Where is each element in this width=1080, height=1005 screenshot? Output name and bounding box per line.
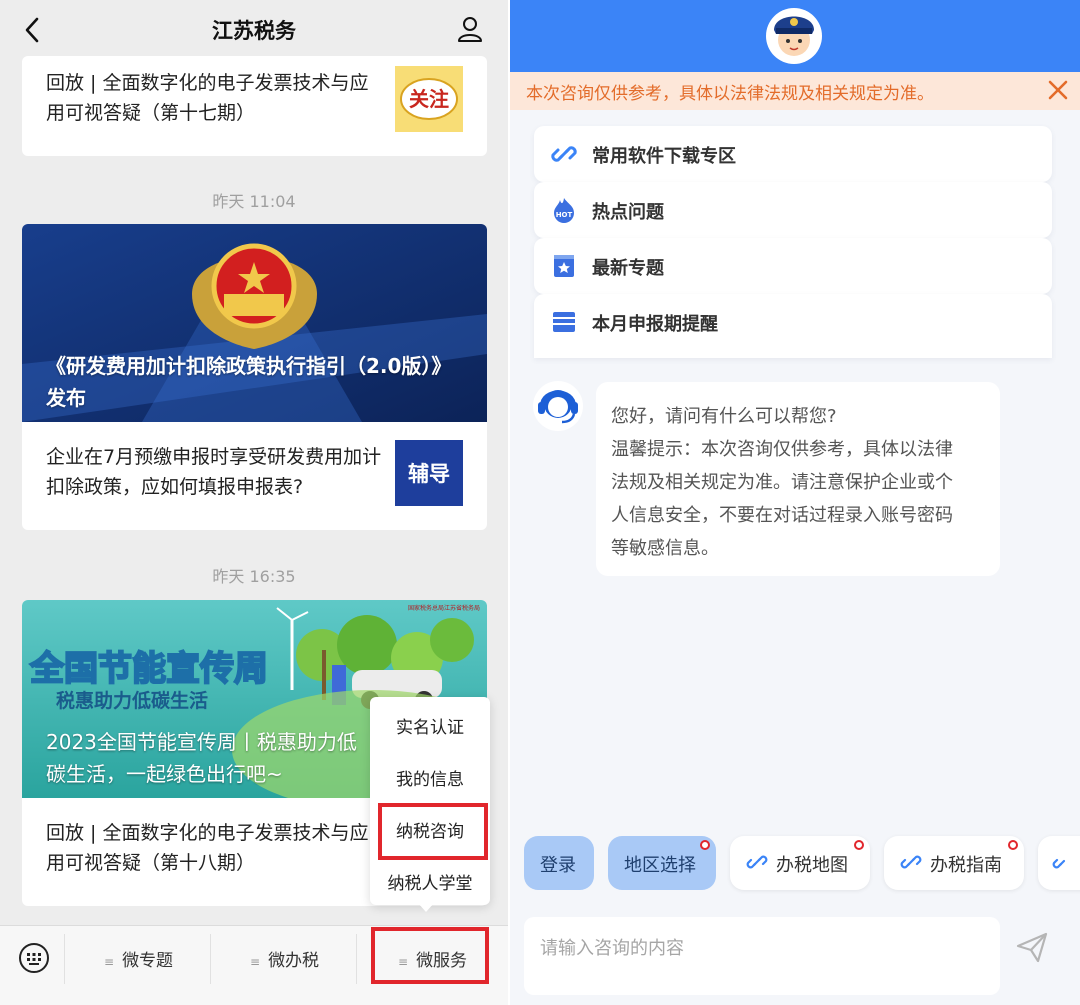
menu-item-real-name-auth[interactable]: 实名认证	[370, 713, 490, 738]
article-thumbnail: 关注	[395, 66, 463, 132]
timestamp: 昨天 16:35	[212, 567, 296, 586]
tab-micro-topic[interactable]: ≡ 微专题	[104, 946, 173, 971]
send-icon[interactable]	[1014, 929, 1050, 965]
banner-title: 2023全国节能宣传周丨税惠助力低碳生活，一起绿色出行吧~	[46, 730, 357, 786]
login-button[interactable]: 登录	[524, 836, 594, 890]
bot-message-bubble: 您好，请问有什么可以帮您? 温馨提示：本次咨询仅供参考，具体以法律 法规及相关规…	[596, 382, 1000, 576]
keyboard-icon[interactable]	[18, 942, 50, 974]
message-line: 人信息安全，不要在对话过程录入账号密码	[611, 505, 953, 526]
menu-label: 热点问题	[592, 202, 664, 223]
article-banner: 《研发费用加计扣除政策执行指引（2.0版）》发布	[22, 224, 487, 422]
tax-chatbot-panel: 本次咨询仅供参考，具体以法律法规及相关规定为准。 常用软件下载专区 HOT 热点…	[508, 0, 1080, 1005]
notification-dot	[1008, 840, 1018, 850]
link-icon	[551, 146, 577, 162]
chat-input-area	[510, 905, 1080, 1005]
calendar-icon	[553, 312, 575, 332]
menu-software-download[interactable]: 常用软件下载专区	[534, 126, 1052, 182]
message-line: 等敏感信息。	[611, 538, 719, 559]
notice-text: 本次咨询仅供参考，具体以法律法规及相关规定为准。	[526, 84, 934, 104]
article-card[interactable]: 《研发费用加计扣除政策执行指引（2.0版）》发布 企业在7月预缴申报时享受研发费…	[22, 224, 487, 530]
menu-filing-reminder[interactable]: 本月申报期提醒	[534, 294, 1052, 358]
tab-micro-tax[interactable]: ≡ 微办税	[250, 946, 319, 971]
notification-dot	[854, 840, 864, 850]
menu-lines-icon: ≡	[104, 955, 115, 969]
link-icon	[1052, 858, 1066, 869]
region-select-button[interactable]: 地区选择	[608, 836, 716, 890]
menu-item-my-info[interactable]: 我的信息	[370, 765, 490, 790]
tax-officer-avatar-icon	[766, 8, 822, 64]
banner-title: 《研发费用加计扣除政策执行指引（2.0版）》发布	[46, 354, 452, 410]
popup-arrow	[418, 903, 434, 912]
wechat-official-account-panel: 江苏税务 回放 | 全面数字化的电子发票技术与应用可视答疑（第十七期） 关注 昨…	[0, 0, 508, 1005]
menu-lines-icon: ≡	[250, 955, 261, 969]
hot-icon: HOT	[554, 198, 574, 223]
banner-subheading: 税惠助力低碳生活	[56, 689, 208, 712]
chat-header	[510, 0, 1080, 72]
menu-label: 本月申报期提醒	[592, 314, 718, 335]
user-profile-icon[interactable]	[455, 14, 485, 44]
article-thumbnail: 辅导	[395, 440, 463, 506]
submenu-popup: 实名认证 我的信息 纳税咨询 纳税人学堂	[370, 697, 490, 905]
tax-guide-button[interactable]: 办税指南	[884, 836, 1024, 890]
notice-bar: 本次咨询仅供参考，具体以法律法规及相关规定为准。	[510, 72, 1080, 110]
chat-input[interactable]	[540, 933, 980, 963]
thumb-label: 关注	[409, 87, 449, 111]
svg-text:HOT: HOT	[556, 211, 573, 219]
timestamp: 昨天 11:04	[212, 192, 296, 211]
customer-service-avatar-icon	[533, 381, 583, 431]
menu-latest-topics[interactable]: 最新专题	[534, 238, 1052, 294]
chat-input-box	[524, 917, 1000, 995]
article-card[interactable]: 回放 | 全面数字化的电子发票技术与应用可视答疑（第十七期） 关注	[22, 56, 487, 156]
message-line: 温馨提示：本次咨询仅供参考，具体以法律	[611, 439, 953, 460]
link-icon	[746, 855, 768, 869]
article-title: 企业在7月预缴申报时享受研发费用加计扣除政策，应如何填报申报表?	[46, 446, 382, 498]
page-title: 江苏税务	[212, 19, 296, 43]
message-line: 您好，请问有什么可以帮您?	[611, 406, 837, 427]
notification-dot	[700, 840, 710, 850]
thumb-label: 辅导	[408, 461, 450, 486]
menu-hot-questions[interactable]: HOT 热点问题	[534, 182, 1052, 238]
menu-label: 常用软件下载专区	[592, 146, 736, 167]
highlight-box	[378, 803, 488, 860]
app-header: 江苏税务	[0, 0, 508, 60]
more-actions-chip[interactable]	[1038, 836, 1080, 890]
banner-heading: 全国节能宣传周	[29, 649, 268, 689]
message-line: 法规及相关规定为准。请注意保护企业或个	[611, 472, 953, 493]
close-icon[interactable]	[1046, 78, 1070, 102]
article-title: 回放 | 全面数字化的电子发票技术与应用可视答疑（第十八期）	[46, 822, 369, 874]
article-title: 回放 | 全面数字化的电子发票技术与应用可视答疑（第十七期）	[46, 72, 369, 124]
menu-item-taxpayer-school[interactable]: 纳税人学堂	[370, 869, 490, 894]
menu-label: 最新专题	[592, 258, 664, 279]
banner-logo-text: 国家税务总局江苏省税务局	[408, 604, 480, 612]
tax-map-button[interactable]: 办税地图	[730, 836, 870, 890]
star-icon	[554, 255, 574, 277]
link-icon	[900, 855, 922, 869]
highlight-box	[371, 927, 489, 984]
